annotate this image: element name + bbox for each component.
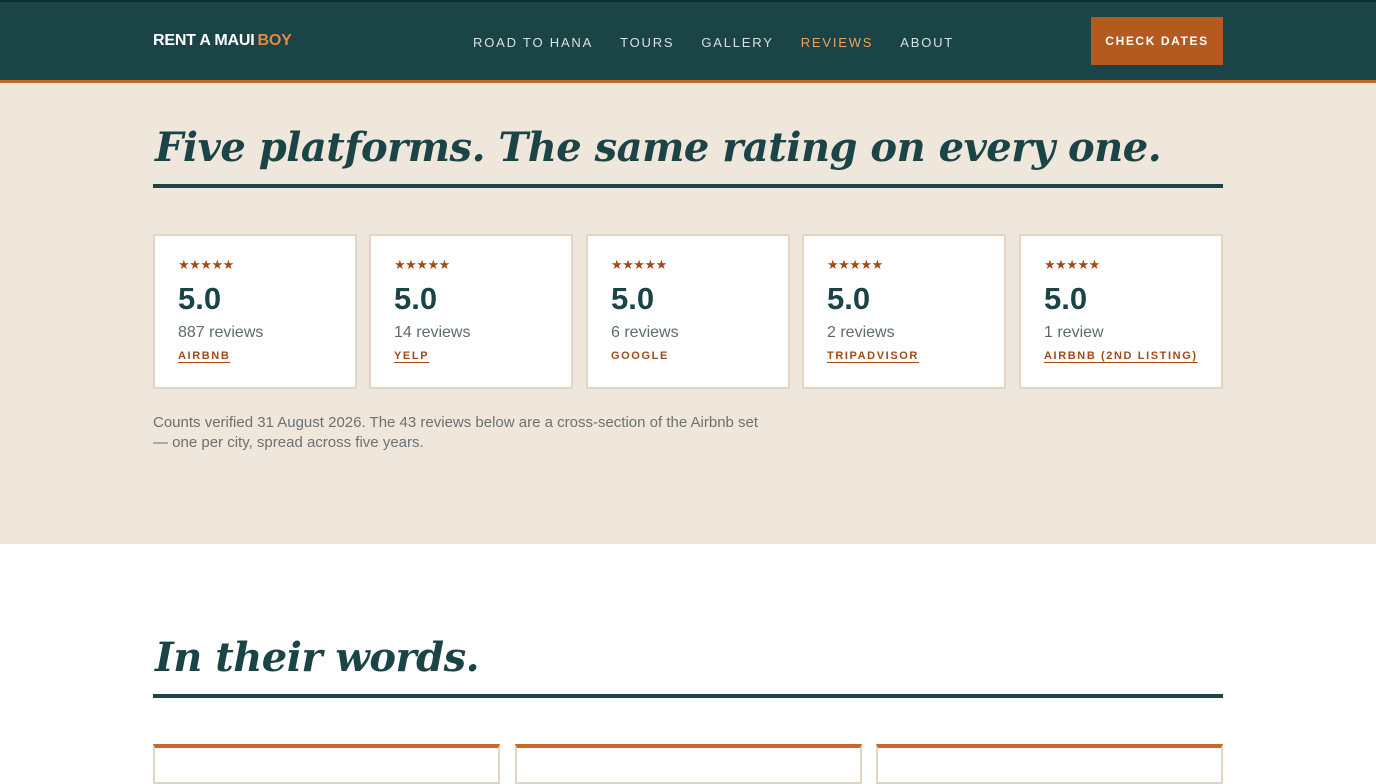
rating-value: 5.0 <box>1044 281 1088 316</box>
words-heading-rule <box>153 694 1223 698</box>
rating-value: 5.0 <box>827 281 871 316</box>
nav-reviews[interactable]: REVIEWS <box>801 35 874 50</box>
logo-main-text: RENT A MAUI <box>153 32 255 49</box>
review-count: 887 reviews <box>178 324 264 341</box>
review-count: 2 reviews <box>827 324 895 341</box>
platform-link-tripadvisor[interactable]: TRIPADVISOR <box>827 350 919 362</box>
logo-accent-text: BOY <box>257 32 292 49</box>
rating-value: 5.0 <box>178 281 222 316</box>
review-card <box>153 744 500 784</box>
rating-card-airbnb-2nd: ★★★★★ 5.0 1 review AIRBNB (2ND LISTING) <box>1019 234 1223 389</box>
star-rating-icon: ★★★★★ <box>827 258 883 273</box>
main-nav: ROAD TO HANA TOURS GALLERY REVIEWS ABOUT <box>473 35 954 50</box>
nav-road-to-hana[interactable]: ROAD TO HANA <box>473 35 593 50</box>
platform-link-airbnb-2nd[interactable]: AIRBNB (2ND LISTING) <box>1044 350 1198 362</box>
star-rating-icon: ★★★★★ <box>394 258 450 273</box>
rating-value: 5.0 <box>394 281 438 316</box>
review-count: 14 reviews <box>394 324 471 341</box>
star-rating-icon: ★★★★★ <box>611 258 667 273</box>
rating-card-airbnb: ★★★★★ 5.0 887 reviews AIRBNB <box>153 234 357 389</box>
review-card <box>876 744 1223 784</box>
review-card <box>515 744 862 784</box>
ratings-heading-rule <box>153 184 1223 188</box>
rating-card-tripadvisor: ★★★★★ 5.0 2 reviews TRIPADVISOR <box>802 234 1006 389</box>
star-rating-icon: ★★★★★ <box>178 258 234 273</box>
check-dates-button[interactable]: CHECK DATES <box>1091 17 1223 65</box>
review-count: 1 review <box>1044 324 1104 341</box>
platform-label-google: GOOGLE <box>611 350 669 362</box>
star-rating-icon: ★★★★★ <box>1044 258 1100 273</box>
nav-tours[interactable]: TOURS <box>620 35 674 50</box>
site-header: RENT A MAUI BOY ROAD TO HANA TOURS GALLER… <box>0 0 1376 83</box>
rating-value: 5.0 <box>611 281 655 316</box>
ratings-heading: Five platforms. The same rating on every… <box>155 124 1162 171</box>
site-logo[interactable]: RENT A MAUI BOY <box>153 32 292 50</box>
platform-link-airbnb[interactable]: AIRBNB <box>178 350 230 362</box>
platform-link-yelp[interactable]: YELP <box>394 350 429 362</box>
rating-card-google: ★★★★★ 5.0 6 reviews GOOGLE <box>586 234 790 389</box>
words-heading: In their words. <box>155 634 480 681</box>
ratings-note: Counts verified 31 August 2026. The 43 r… <box>153 414 759 451</box>
rating-card-yelp: ★★★★★ 5.0 14 reviews YELP <box>369 234 573 389</box>
review-count: 6 reviews <box>611 324 679 341</box>
nav-gallery[interactable]: GALLERY <box>701 35 773 50</box>
nav-about[interactable]: ABOUT <box>900 35 954 50</box>
